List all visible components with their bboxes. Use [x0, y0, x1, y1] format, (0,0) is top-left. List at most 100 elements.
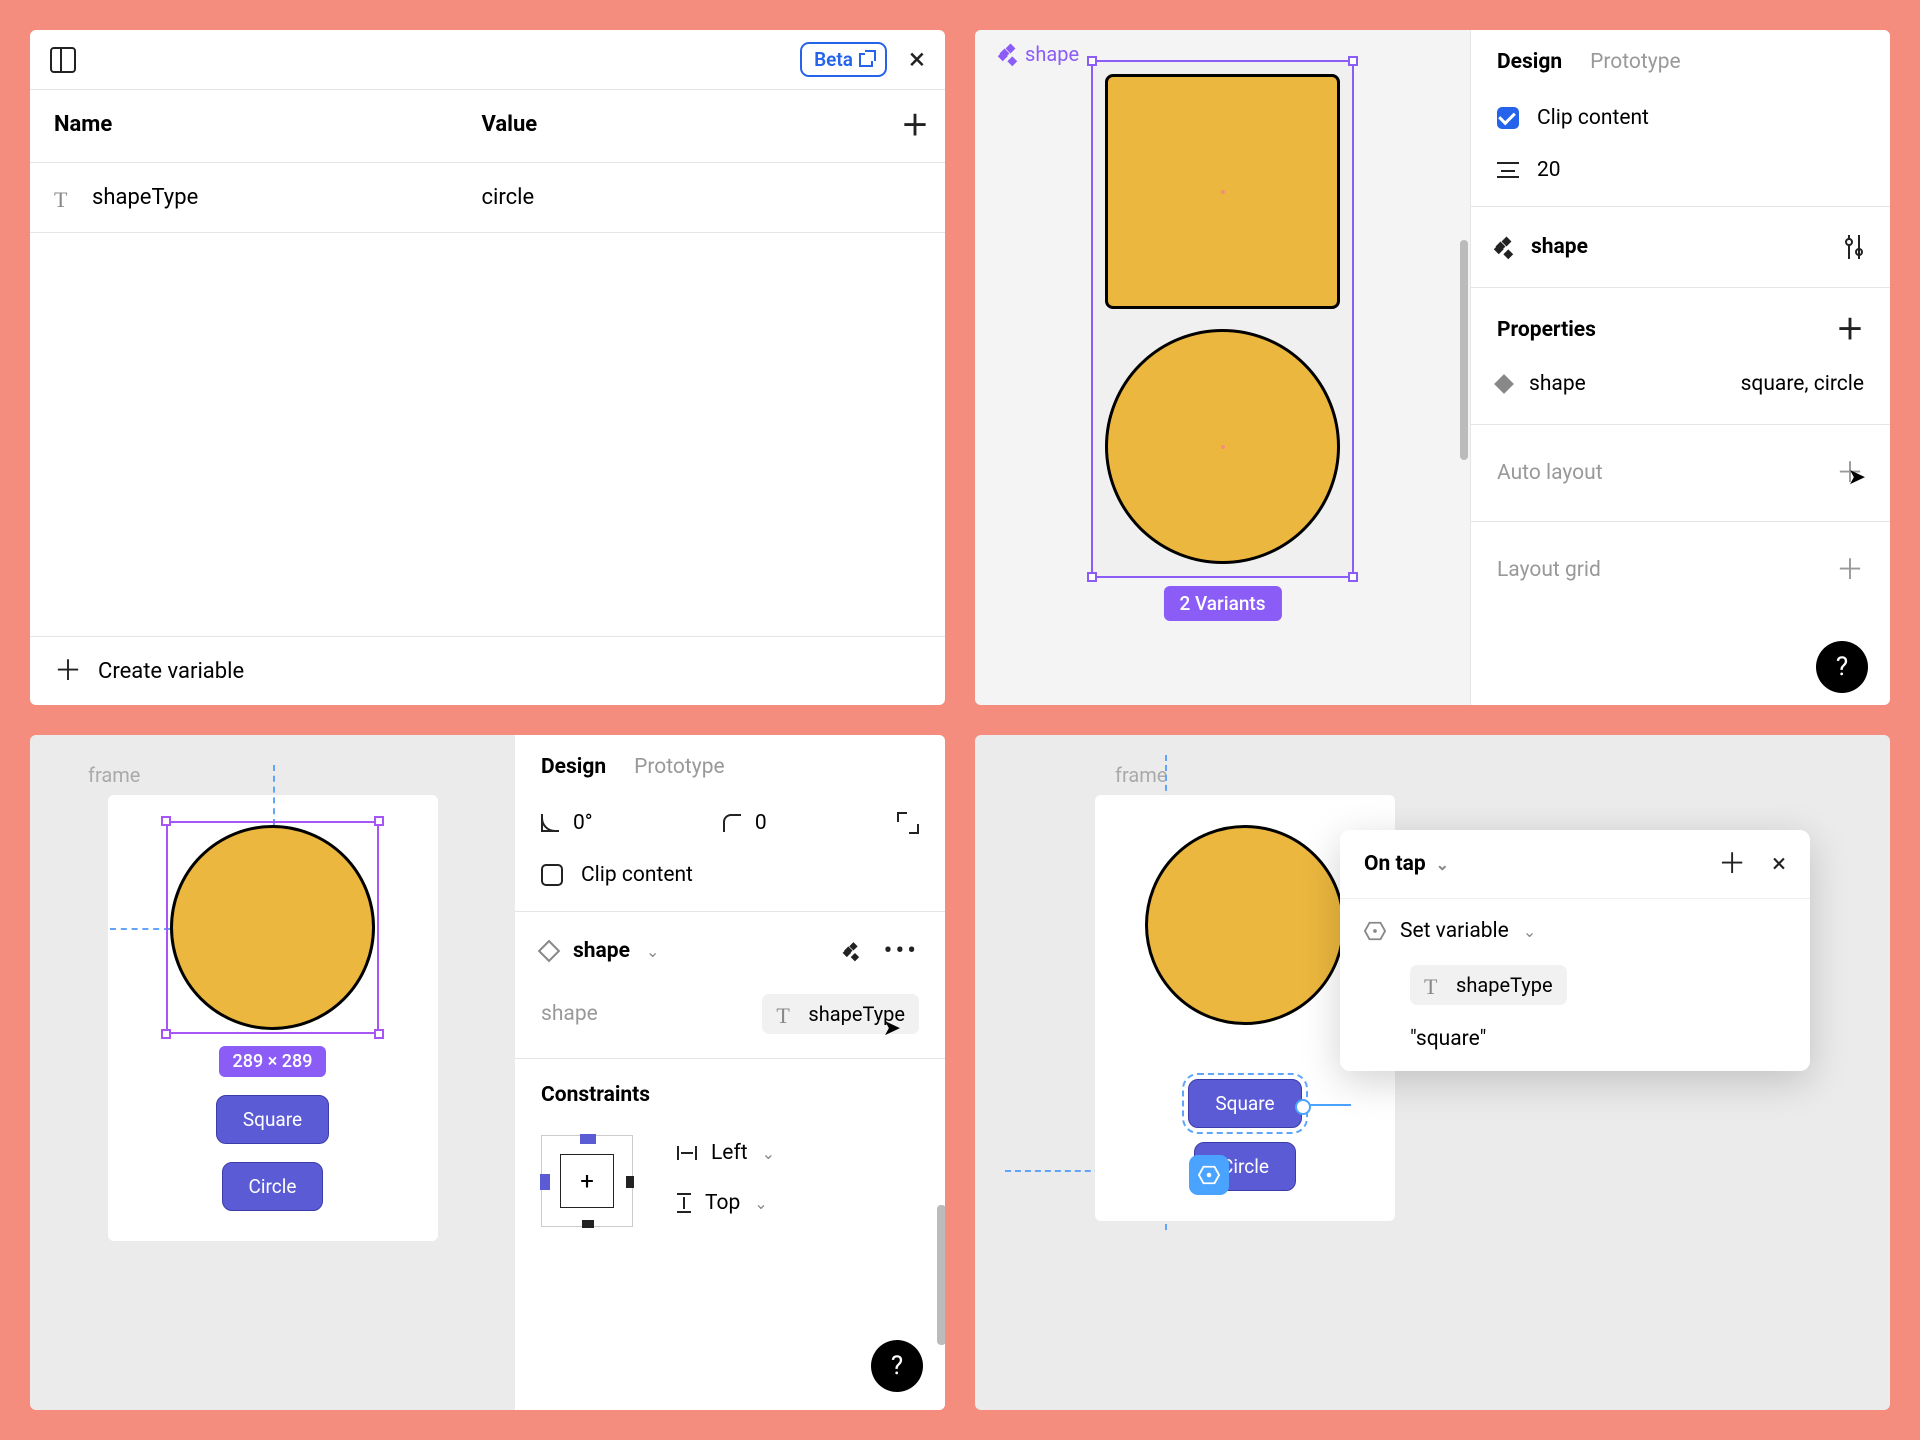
vertical-constraint-icon	[677, 1193, 691, 1213]
design-sidebar: Design Prototype Clip content 20 shape P…	[1470, 30, 1890, 705]
constraint-h-value: Left	[711, 1141, 748, 1165]
canvas[interactable]: frame 289 × 289 Square Circle	[30, 735, 515, 1410]
help-button[interactable]: ?	[871, 1340, 923, 1392]
cursor-icon: ➤	[883, 1016, 901, 1041]
shape-circle	[1145, 825, 1345, 1025]
square-button[interactable]: Square	[1188, 1079, 1301, 1128]
prototype-wire[interactable]	[1301, 1104, 1351, 1106]
chevron-down-icon: ⌄	[754, 1194, 767, 1213]
chevron-down-icon: ⌄	[1436, 855, 1449, 874]
hexagon-icon	[1364, 920, 1386, 942]
variable-row[interactable]: shapeType circle	[30, 163, 945, 233]
property-row[interactable]: shape square, circle	[1471, 362, 1890, 414]
add-layout-grid-icon[interactable]: ＋	[1836, 556, 1864, 584]
circle-button[interactable]: Circle	[222, 1162, 324, 1211]
square-button[interactable]: Square	[216, 1095, 329, 1144]
gap-value[interactable]: 20	[1537, 158, 1561, 182]
clip-content-checkbox[interactable]	[541, 864, 563, 886]
clip-content-label: Clip content	[1537, 106, 1649, 130]
col-name: Name	[30, 90, 458, 162]
frame-label[interactable]: frame	[88, 763, 475, 787]
constraint-horizontal[interactable]: Left ⌄	[677, 1141, 775, 1165]
prototype-panel: frame Square Circle On tap ⌄ ＋ × Set var…	[975, 735, 1890, 1410]
add-property-icon[interactable]: ＋	[1836, 316, 1864, 344]
component-name: shape	[1025, 42, 1079, 66]
beta-label: Beta	[814, 48, 853, 71]
text-type-icon	[54, 187, 76, 209]
variant-square[interactable]	[1105, 74, 1340, 309]
auto-layout-title: Auto layout	[1497, 461, 1603, 485]
property-values: square, circle	[1741, 372, 1864, 396]
action-node[interactable]	[1189, 1155, 1229, 1195]
frame-label[interactable]: frame	[1115, 763, 1850, 787]
variable-name: shapeType	[92, 185, 198, 210]
properties-title: Properties	[1497, 318, 1596, 342]
constraints-widget[interactable]: +	[541, 1135, 633, 1227]
go-to-main-icon[interactable]	[845, 943, 860, 958]
external-link-icon	[859, 53, 873, 67]
cursor-icon: ➤	[1848, 465, 1866, 490]
canvas[interactable]: shape 2 Variants	[975, 30, 1470, 705]
adjust-icon[interactable]	[1844, 235, 1864, 259]
text-type-icon	[776, 1003, 798, 1025]
property-name: shape	[1529, 372, 1586, 396]
radius-value[interactable]: 0	[755, 811, 767, 835]
variant-prop-icon	[1494, 374, 1514, 394]
add-action-icon[interactable]: ＋	[1718, 850, 1746, 878]
gap-icon	[1497, 162, 1519, 178]
scrollbar[interactable]	[937, 1205, 945, 1345]
expand-corners-icon[interactable]	[897, 812, 919, 834]
constraints-title: Constraints	[541, 1083, 650, 1107]
rotation-value[interactable]: 0°	[573, 811, 593, 835]
component-set-icon	[1497, 238, 1515, 256]
tab-prototype[interactable]: Prototype	[1590, 50, 1681, 74]
layout-grid-title: Layout grid	[1497, 558, 1601, 582]
design-sidebar: Design Prototype 0° 0 Clip content shape…	[515, 735, 945, 1410]
clip-content-checkbox[interactable]	[1497, 107, 1519, 129]
create-variable-label: Create variable	[98, 659, 244, 684]
component-section-title: shape	[1531, 235, 1588, 259]
action-label: Set variable	[1400, 919, 1509, 943]
hexagon-icon	[1198, 1164, 1220, 1186]
component-editor-panel: shape 2 Variants Design Prototype Clip c…	[975, 30, 1890, 705]
tab-prototype[interactable]: Prototype	[634, 755, 725, 779]
sidebar-toggle-icon[interactable]	[50, 47, 76, 73]
horizontal-constraint-icon	[677, 1146, 697, 1160]
chevron-down-icon: ⌄	[762, 1144, 775, 1163]
plus-icon: ＋	[54, 657, 82, 685]
action-select[interactable]: Set variable ⌄	[1364, 919, 1786, 943]
beta-badge[interactable]: Beta	[800, 42, 887, 77]
scrollbar[interactable]	[1460, 240, 1468, 460]
component-label[interactable]: shape	[1001, 42, 1079, 66]
close-icon[interactable]: ×	[909, 45, 925, 75]
col-value: Value	[458, 90, 886, 162]
target-variable-pill[interactable]: shapeType	[1410, 965, 1567, 1005]
selection-frame[interactable]: 2 Variants	[1091, 60, 1354, 578]
trigger-label: On tap	[1364, 852, 1426, 876]
chevron-down-icon[interactable]: ⌄	[646, 942, 659, 961]
selected-instance[interactable]	[170, 825, 375, 1030]
help-button[interactable]: ?	[1816, 641, 1868, 693]
instance-name[interactable]: shape	[573, 939, 630, 963]
rotation-icon	[541, 814, 559, 832]
tab-design[interactable]: Design	[1497, 50, 1562, 74]
add-variable-icon[interactable]: ＋	[901, 112, 929, 140]
frame[interactable]: 289 × 289 Square Circle	[108, 795, 438, 1241]
target-variable-name: shapeType	[1456, 973, 1553, 997]
action-value[interactable]: "square"	[1364, 1027, 1786, 1051]
variable-value: circle	[458, 163, 886, 232]
trigger-select[interactable]: On tap ⌄	[1364, 852, 1449, 876]
clip-content-label: Clip content	[581, 863, 693, 887]
interaction-popover: On tap ⌄ ＋ × Set variable ⌄ shapeType "s…	[1340, 830, 1810, 1071]
variant-circle[interactable]	[1105, 329, 1340, 564]
dimensions-badge: 289 × 289	[219, 1046, 327, 1077]
square-button-label: Square	[1215, 1092, 1274, 1115]
create-variable-button[interactable]: ＋ Create variable	[30, 636, 945, 705]
constraint-vertical[interactable]: Top ⌄	[677, 1191, 775, 1215]
instance-prop-label: shape	[541, 1002, 598, 1026]
constraint-v-value: Top	[705, 1191, 740, 1215]
more-icon[interactable]: •••	[884, 936, 919, 966]
instance-panel: frame 289 × 289 Square Circle Design Pro…	[30, 735, 945, 1410]
close-icon[interactable]: ×	[1772, 851, 1786, 877]
tab-design[interactable]: Design	[541, 755, 606, 779]
